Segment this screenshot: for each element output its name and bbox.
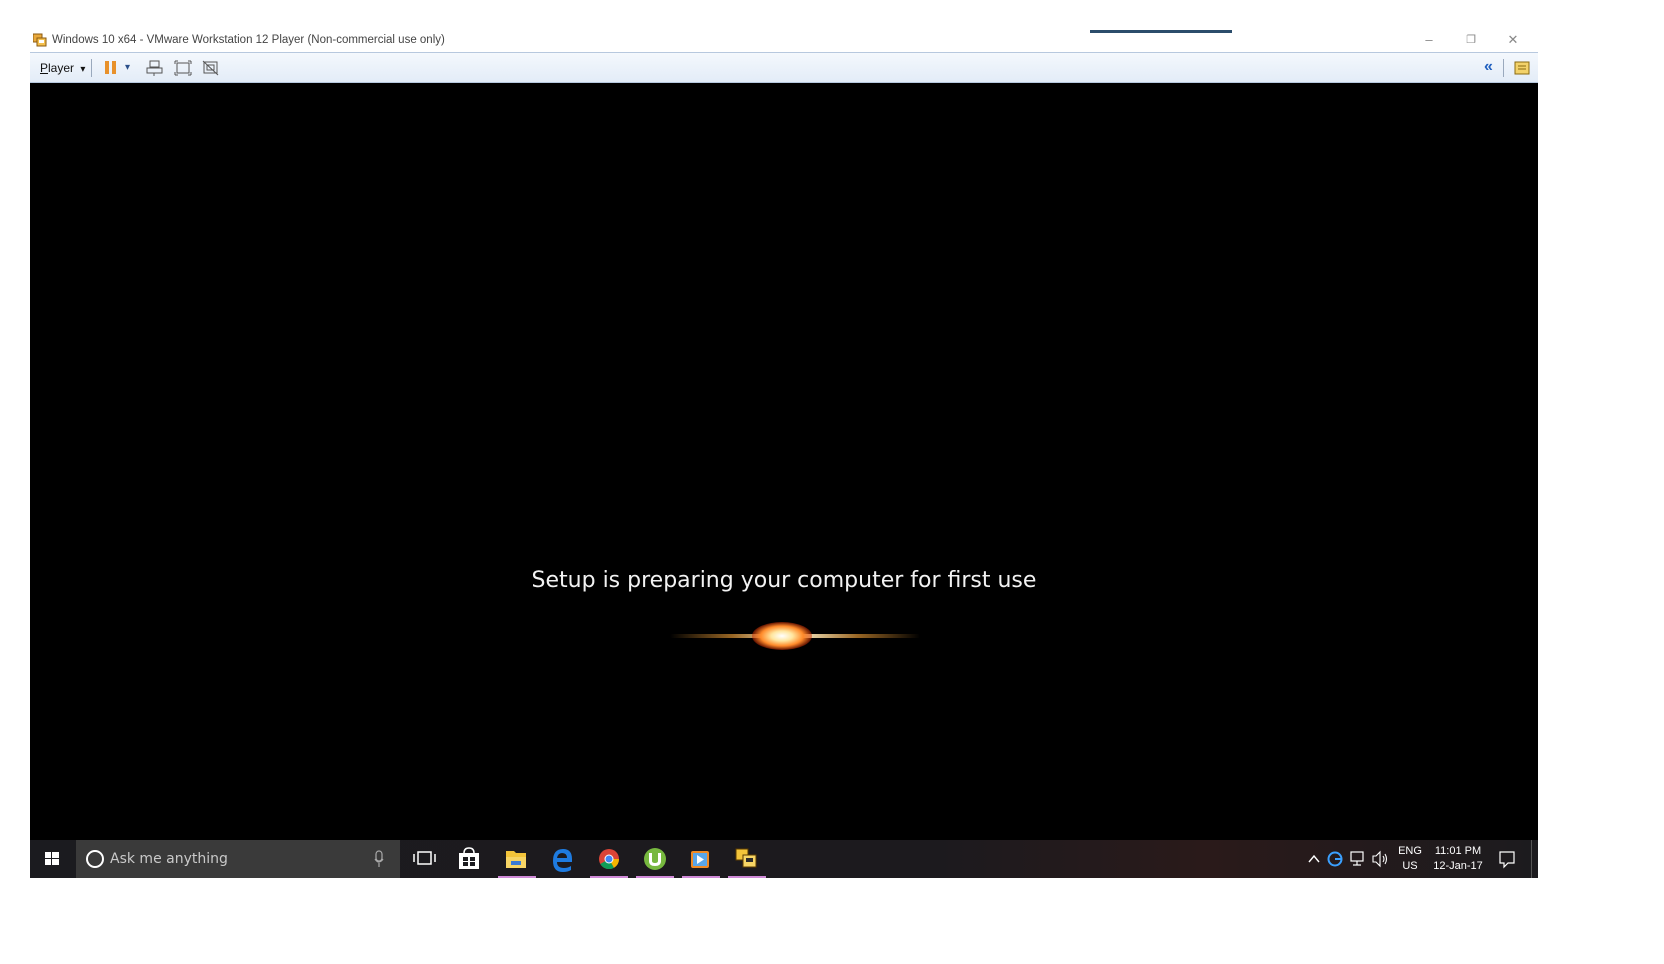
taskbar-edge[interactable]	[542, 840, 588, 878]
language-indicator[interactable]: ENG US	[1398, 844, 1422, 874]
notification-icon	[1499, 851, 1515, 869]
show-desktop-button[interactable]	[1531, 840, 1539, 878]
volume-button[interactable]	[1370, 840, 1390, 878]
unity-icon	[202, 60, 219, 76]
chrome-icon	[599, 849, 620, 870]
network-icon	[1350, 851, 1364, 866]
keyboard-layout: US	[1402, 860, 1418, 872]
task-view-icon	[413, 851, 436, 865]
running-indicator	[498, 876, 536, 878]
player-menu-button[interactable]: Player ▾	[40, 59, 85, 77]
network-button[interactable]	[1348, 840, 1368, 878]
folder-icon	[506, 851, 526, 868]
player-menu-label: layer	[48, 61, 75, 75]
language-code: ENG	[1398, 845, 1422, 857]
show-hidden-icons-button[interactable]	[1306, 840, 1322, 878]
player-menu-mnemonic: P	[40, 61, 49, 75]
tray-refresh-icon	[1327, 851, 1343, 867]
cortana-search-box[interactable]: Ask me anything	[76, 840, 400, 878]
pause-button[interactable]	[103, 59, 119, 77]
media-player-icon	[691, 851, 709, 868]
edge-icon	[553, 849, 572, 872]
cortana-icon	[86, 850, 104, 868]
taskbar-chrome[interactable]	[588, 840, 634, 878]
taskbar-vmware-player[interactable]	[726, 840, 772, 878]
start-button[interactable]	[30, 840, 74, 878]
microphone-icon[interactable]	[374, 850, 384, 868]
title-drag-indicator	[1090, 30, 1232, 33]
system-clock[interactable]: 11:01 PM 12-Jan-17	[1428, 844, 1488, 874]
taskbar-media-player[interactable]	[680, 840, 726, 878]
pause-icon	[105, 61, 116, 74]
running-indicator	[682, 876, 720, 878]
store-icon	[459, 847, 479, 869]
vmware-app-icon	[33, 33, 47, 47]
guest-taskbar: Ask me anything ENG US 11:01 PM 12-Jan-1…	[30, 840, 1538, 878]
setup-status-message: Setup is preparing your computer for fir…	[531, 568, 1037, 593]
send-keys-icon	[146, 60, 163, 76]
task-view-button[interactable]	[404, 840, 450, 878]
search-placeholder: Ask me anything	[110, 851, 228, 867]
windows-logo-icon	[45, 852, 59, 865]
full-screen-icon	[174, 60, 192, 76]
action-center-button[interactable]	[1494, 840, 1520, 878]
vmware-icon	[735, 848, 757, 868]
message-log-button[interactable]	[1513, 59, 1531, 77]
toolbar-divider	[1503, 59, 1504, 77]
vm-display[interactable]: Setup is preparing your computer for fir…	[30, 83, 1538, 840]
close-button[interactable]: ✕	[1492, 28, 1534, 52]
running-indicator	[728, 876, 766, 878]
clock-time: 11:01 PM	[1434, 845, 1482, 857]
full-screen-button[interactable]	[174, 59, 192, 77]
running-indicator	[590, 876, 628, 878]
title-bar[interactable]: Windows 10 x64 - VMware Workstation 12 P…	[30, 28, 1538, 52]
speaker-icon	[1372, 850, 1388, 868]
message-log-icon	[1514, 61, 1530, 75]
power-options-dropdown[interactable]: ▾	[125, 59, 135, 77]
window-title: Windows 10 x64 - VMware Workstation 12 P…	[52, 34, 445, 46]
tray-app-icon[interactable]	[1326, 840, 1344, 878]
running-indicator	[636, 876, 674, 878]
utorrent-icon	[644, 848, 666, 870]
chevron-up-icon	[1308, 854, 1320, 863]
chevron-down-icon: ▾	[80, 64, 86, 75]
player-toolbar: Player ▾ ▾ «	[30, 52, 1538, 83]
vmware-window: Windows 10 x64 - VMware Workstation 12 P…	[30, 28, 1538, 878]
unity-button[interactable]	[202, 59, 220, 77]
toolbar-divider	[91, 59, 92, 77]
taskbar-file-explorer[interactable]	[496, 840, 542, 878]
clock-date: 12-Jan-17	[1433, 860, 1483, 872]
taskbar-store[interactable]	[450, 840, 496, 878]
taskbar-utorrent[interactable]	[634, 840, 680, 878]
minimize-button[interactable]: –	[1408, 28, 1450, 52]
send-ctrl-alt-del-button[interactable]	[146, 59, 164, 77]
collapse-toolbar-button[interactable]: «	[1484, 59, 1496, 77]
restore-button[interactable]: ❐	[1450, 28, 1492, 52]
progress-glow-orb	[752, 622, 812, 650]
